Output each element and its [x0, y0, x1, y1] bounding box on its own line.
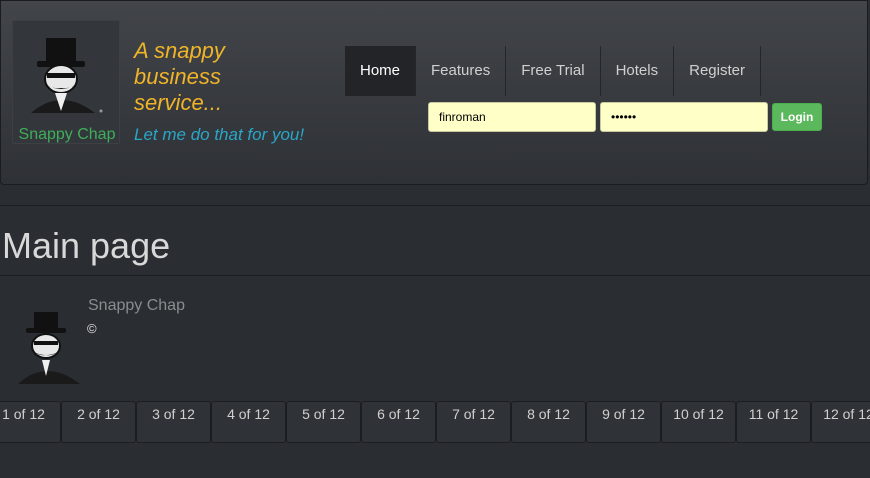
login-button[interactable]: Login [772, 103, 822, 131]
section-divider [0, 275, 870, 276]
nav-item-home[interactable]: Home [345, 46, 417, 96]
author-avatar-icon [18, 312, 80, 384]
username-input[interactable] [428, 102, 596, 132]
brand-logo-label: Snappy Chap [18, 126, 116, 143]
page-button-5[interactable]: 5 of 12 [286, 401, 361, 443]
author-name: Snappy Chap [88, 297, 185, 314]
password-input[interactable] [600, 102, 768, 132]
brand-subtag: Let me do that for you! [134, 125, 305, 144]
section-divider [0, 205, 870, 206]
brand-tagline: A snappy business service... [134, 38, 225, 115]
page-button-10[interactable]: 10 of 12 [661, 401, 736, 443]
copyright-symbol: © [87, 321, 97, 336]
page-button-4[interactable]: 4 of 12 [211, 401, 286, 443]
page-button-6[interactable]: 6 of 12 [361, 401, 436, 443]
nav-item-free-trial[interactable]: Free Trial [506, 46, 601, 96]
page-title: Main page [2, 225, 171, 266]
brand-logo[interactable]: Snappy Chap [12, 20, 120, 144]
page-button-8[interactable]: 8 of 12 [511, 401, 586, 443]
page-button-7[interactable]: 7 of 12 [436, 401, 511, 443]
page-button-2[interactable]: 2 of 12 [61, 401, 136, 443]
page-button-1[interactable]: 1 of 12 [0, 401, 61, 443]
nav-item-features[interactable]: Features [416, 46, 507, 96]
site-header: Snappy Chap A snappy business service...… [0, 0, 868, 185]
page-button-11[interactable]: 11 of 12 [736, 401, 811, 443]
page-button-9[interactable]: 9 of 12 [586, 401, 661, 443]
pagination: 1 of 12 2 of 12 3 of 12 4 of 12 5 of 12 … [0, 401, 870, 443]
main-nav: Home Features Free Trial Hotels Register [345, 46, 761, 96]
nav-item-register[interactable]: Register [674, 46, 761, 96]
nav-item-hotels[interactable]: Hotels [601, 46, 675, 96]
page-button-12[interactable]: 12 of 12 [811, 401, 870, 443]
top-hat-man-logo-icon [31, 38, 103, 113]
page-button-3[interactable]: 3 of 12 [136, 401, 211, 443]
